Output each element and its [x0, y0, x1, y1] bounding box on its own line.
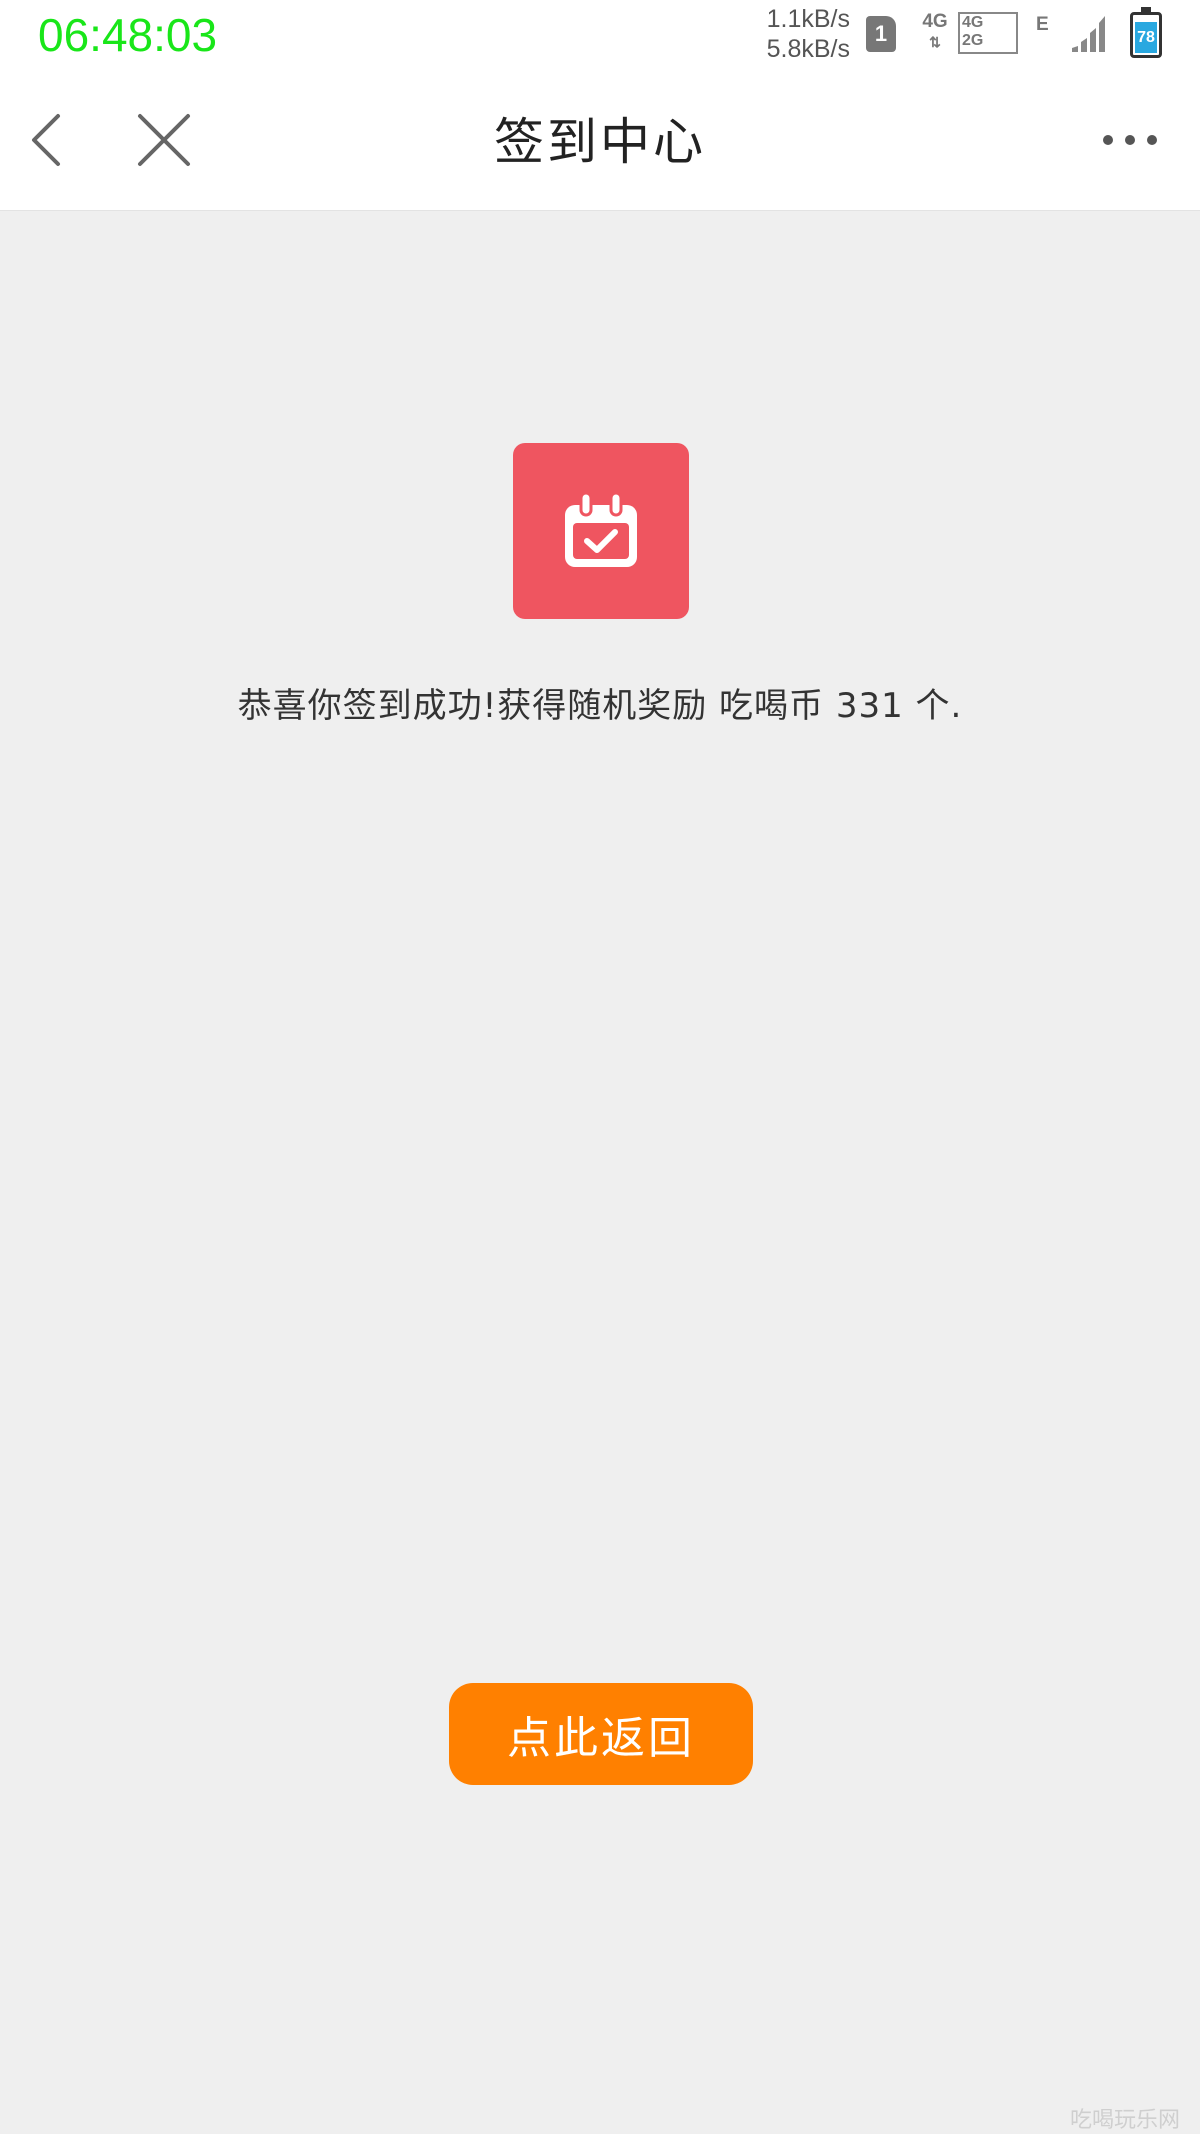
clock-time: 06:48:03 — [38, 9, 218, 61]
network-2g-sub-label: 2G — [962, 32, 984, 49]
page-title: 签到中心 — [494, 113, 706, 171]
chevron-left-icon[interactable] — [24, 110, 74, 170]
sim-card-icon: 1 — [866, 16, 896, 52]
checkin-success-badge — [513, 443, 689, 619]
data-arrows-icon: ⇅ — [929, 34, 941, 50]
calendar-check-icon — [565, 491, 637, 567]
more-dots-icon[interactable] — [1100, 130, 1160, 150]
return-button[interactable]: 点此返回 — [449, 1683, 753, 1785]
network-speed: 1.1kB/s 5.8kB/s — [760, 4, 850, 64]
battery-level: 78 — [1135, 21, 1157, 53]
status-bar: 06:48:03 1.1kB/s 5.8kB/s 1 4G ⇅ 4G 2G E … — [0, 0, 1200, 72]
dual-network-icon: 4G 2G — [958, 12, 1018, 54]
watermark: 吃喝玩乐网 — [1070, 2108, 1181, 2133]
close-icon[interactable] — [134, 110, 194, 170]
network-4g-sub-label: 4G — [962, 14, 984, 31]
network-e-indicator: E — [1036, 14, 1049, 35]
network-4g-label: 4G — [922, 11, 948, 32]
battery-icon: 78 — [1130, 7, 1162, 58]
download-speed: 5.8kB/s — [766, 35, 850, 63]
navigation-bar: 签到中心 — [0, 72, 1200, 211]
network-4g-indicator: 4G ⇅ — [918, 12, 952, 52]
checkin-success-message: 恭喜你签到成功!获得随机奖励 吃喝币 331 个. — [237, 686, 963, 726]
upload-speed: 1.1kB/s — [766, 5, 850, 33]
signal-strength-icon — [1072, 16, 1105, 52]
